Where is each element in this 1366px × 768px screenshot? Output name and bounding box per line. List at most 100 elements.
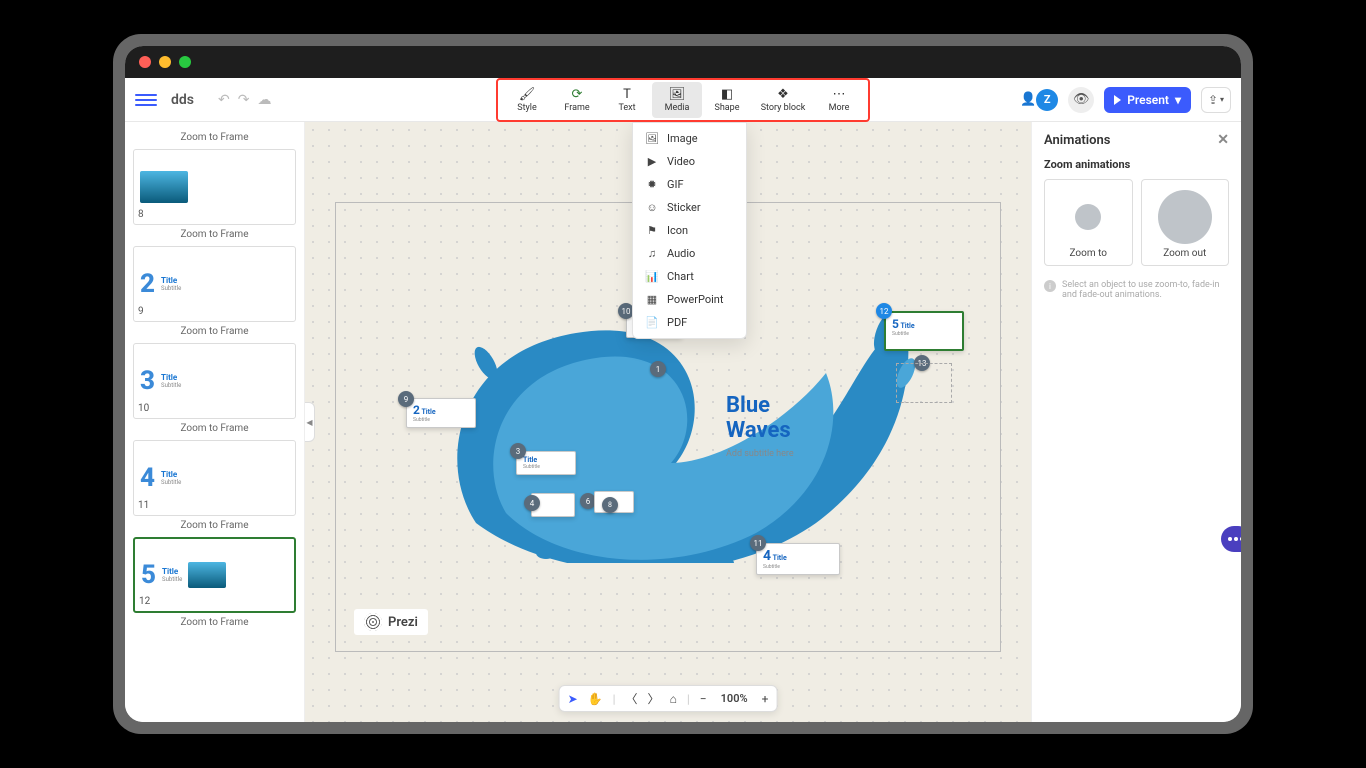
topbar: dds ↶ ↷ ☁ 🖌Style ⟳Frame TText 🖼Media ◧Sh… <box>125 78 1241 122</box>
chevron-down-icon: ▾ <box>1175 93 1181 107</box>
window-minimize-icon[interactable] <box>159 56 171 68</box>
frame-badge: 9 <box>398 391 414 407</box>
storyblock-button[interactable]: ❖Story block <box>752 82 814 118</box>
image-icon: 🖼 <box>669 87 686 102</box>
dd-pdf[interactable]: 📄PDF <box>633 311 746 334</box>
frame-card-selected[interactable]: 5 TitleSubtitle <box>884 311 964 351</box>
zoom-level[interactable]: 100% <box>717 692 752 705</box>
close-panel-button[interactable]: ✕ <box>1217 132 1229 148</box>
dd-sticker[interactable]: ☺Sticker <box>633 196 746 219</box>
frame-card[interactable]: 2 TitleSubtitle <box>406 398 476 428</box>
circle-icon <box>1075 204 1101 230</box>
zoom-to-option[interactable]: Zoom to <box>1044 179 1133 266</box>
image-icon: 🖼 <box>645 132 659 145</box>
redo-button[interactable]: ↷ <box>238 92 250 108</box>
more-button[interactable]: ⋯More <box>814 82 864 118</box>
layers-icon: ❖ <box>777 87 789 102</box>
chat-button[interactable] <box>1221 526 1241 552</box>
document-title[interactable]: dds <box>171 92 194 108</box>
dd-audio[interactable]: ♫Audio <box>633 242 746 265</box>
zoom-out-option[interactable]: Zoom out <box>1141 179 1230 266</box>
frame-card[interactable]: 4 TitleSubtitle <box>756 543 840 575</box>
frame-badge: 11 <box>750 535 766 551</box>
frame-thumb[interactable]: 4 TitleSubtitle 11 <box>133 440 296 516</box>
flag-icon: ⚑ <box>645 224 659 237</box>
preview-button[interactable]: 👁 <box>1068 87 1094 113</box>
frames-panel[interactable]: Zoom to Frame 8 Zoom to Frame 2 TitleSub… <box>125 122 305 722</box>
chart-icon: 📊 <box>645 270 659 283</box>
menu-button[interactable] <box>135 94 157 106</box>
chevron-down-icon: ▾ <box>1220 95 1224 104</box>
undo-button[interactable]: ↶ <box>218 92 230 108</box>
text-icon: T <box>623 87 631 102</box>
collapse-sidebar-button[interactable]: ◀ <box>305 402 315 442</box>
frame-badge: 3 <box>510 443 526 459</box>
zoom-out-button[interactable]: − <box>700 692 707 706</box>
shape-button[interactable]: ◧Shape <box>702 82 752 118</box>
shape-icon: ◧ <box>721 87 733 102</box>
thumb-image <box>140 171 188 203</box>
frame-badge: 4 <box>524 495 540 511</box>
text-button[interactable]: TText <box>602 82 652 118</box>
frame-badge: 8 <box>602 497 618 513</box>
browser-window: dds ↶ ↷ ☁ 🖌Style ⟳Frame TText 🖼Media ◧Sh… <box>125 46 1241 722</box>
present-button[interactable]: Present▾ <box>1104 87 1191 113</box>
window-close-icon[interactable] <box>139 56 151 68</box>
media-button[interactable]: 🖼Media <box>652 82 702 118</box>
collaborators[interactable]: 👤 Z <box>1020 89 1058 111</box>
animation-options: Zoom to Zoom out <box>1044 179 1229 266</box>
selection-outline <box>896 363 952 403</box>
pan-tool[interactable]: ✋ <box>588 692 603 706</box>
pointer-tool[interactable]: ➤ <box>568 692 578 706</box>
share-icon: ⇪ <box>1208 93 1218 107</box>
insert-toolbar: 🖌Style ⟳Frame TText 🖼Media ◧Shape ❖Story… <box>496 78 870 122</box>
panel-hint: i Select an object to use zoom-to, fade-… <box>1044 280 1229 300</box>
presentation-title[interactable]: BlueWaves Add subtitle here <box>726 393 794 459</box>
home-button[interactable]: ⌂ <box>670 692 677 706</box>
frame-button[interactable]: ⟳Frame <box>552 82 602 118</box>
section-title: Zoom animations <box>1044 158 1229 171</box>
media-dropdown: 🖼Image ▶Video ✹GIF ☺Sticker ⚑Icon ♫Audio… <box>632 122 747 339</box>
gif-icon: ✹ <box>645 178 659 191</box>
more-icon: ⋯ <box>833 87 846 102</box>
music-icon: ♫ <box>645 247 659 260</box>
frame-thumb-selected[interactable]: 5 TitleSubtitle 12 <box>133 537 296 613</box>
frame-thumb[interactable]: 3 TitleSubtitle 10 <box>133 343 296 419</box>
dd-video[interactable]: ▶Video <box>633 150 746 173</box>
thumb-label: Zoom to Frame <box>133 326 296 337</box>
workspace: Zoom to Frame 8 Zoom to Frame 2 TitleSub… <box>125 122 1241 722</box>
user-avatar: Z <box>1036 89 1058 111</box>
prev-frame-button[interactable]: 〈 <box>626 690 638 707</box>
view-toolbar: ➤ ✋ | 〈 〉 ⌂ | − 100% + <box>559 685 778 712</box>
share-button[interactable]: ⇪▾ <box>1201 87 1231 113</box>
frame-badge: 12 <box>876 303 892 319</box>
sticker-icon: ☺ <box>645 201 659 214</box>
dd-gif[interactable]: ✹GIF <box>633 173 746 196</box>
dd-chart[interactable]: 📊Chart <box>633 265 746 288</box>
thumb-label: Zoom to Frame <box>133 229 296 240</box>
prezi-watermark: Prezi <box>354 609 428 635</box>
cloud-sync-icon: ☁ <box>257 92 271 108</box>
thumb-label: Zoom to Frame <box>133 132 296 143</box>
next-frame-button[interactable]: 〉 <box>648 690 660 707</box>
thumb-label: Zoom to Frame <box>133 520 296 531</box>
circle-icon <box>1158 190 1212 244</box>
animations-panel: Animations ✕ Zoom animations Zoom to Zoo… <box>1031 122 1241 722</box>
prezi-icon <box>364 613 382 631</box>
pdf-icon: 📄 <box>645 316 659 329</box>
frame-badge: 1 <box>650 361 666 377</box>
zoom-in-button[interactable]: + <box>762 692 769 706</box>
frame-thumb[interactable]: 2 TitleSubtitle 9 <box>133 246 296 322</box>
right-toolbar: 👤 Z 👁 Present▾ ⇪▾ <box>1020 87 1231 113</box>
history-controls: ↶ ↷ ☁ <box>218 92 271 108</box>
browser-titlebar <box>125 46 1241 78</box>
frame-thumb[interactable]: 8 <box>133 149 296 225</box>
dd-image[interactable]: 🖼Image <box>633 127 746 150</box>
device-frame: dds ↶ ↷ ☁ 🖌Style ⟳Frame TText 🖼Media ◧Sh… <box>113 34 1253 734</box>
canvas[interactable]: Add image or media 🖼Image ▶Video ✹GIF ☺S… <box>305 122 1031 722</box>
dd-icon[interactable]: ⚑Icon <box>633 219 746 242</box>
dd-powerpoint[interactable]: ▦PowerPoint <box>633 288 746 311</box>
style-button[interactable]: 🖌Style <box>502 82 552 118</box>
window-maximize-icon[interactable] <box>179 56 191 68</box>
person-icon: 👤 <box>1020 92 1036 107</box>
